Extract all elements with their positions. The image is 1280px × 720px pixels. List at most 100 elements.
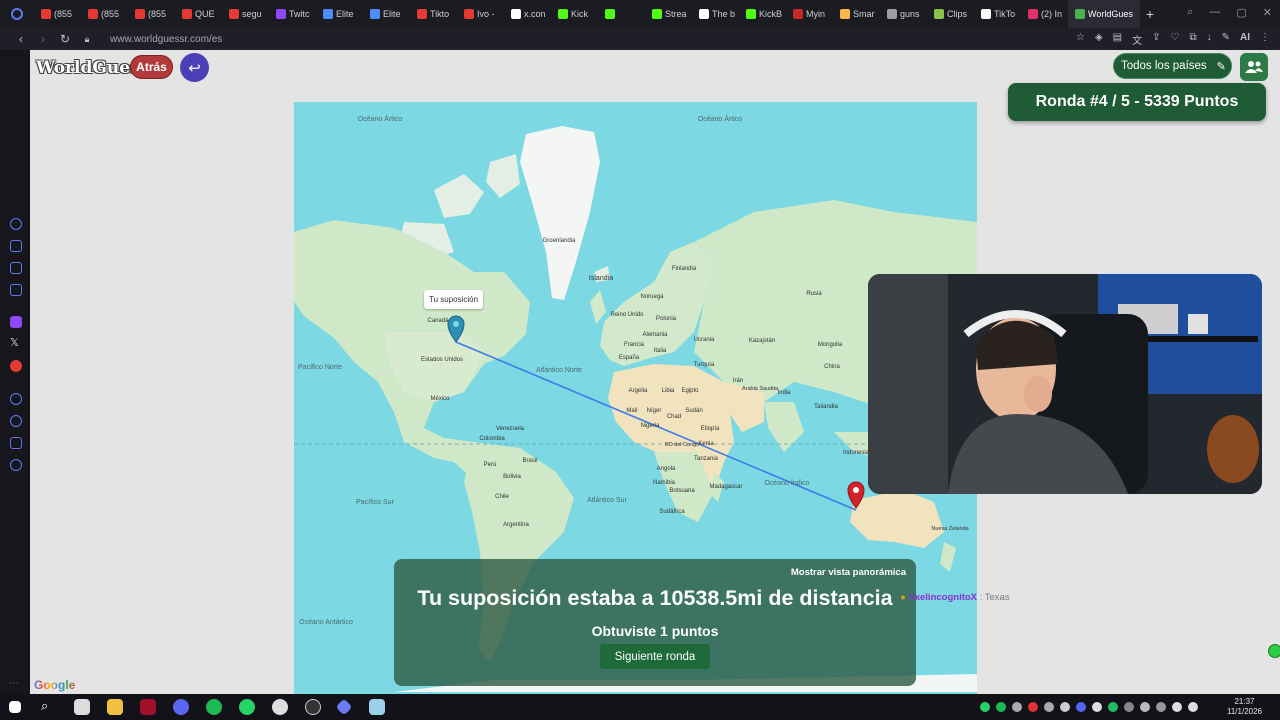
- wallet-icon[interactable]: [10, 240, 22, 252]
- obs-icon[interactable]: [272, 699, 288, 715]
- panorama-link[interactable]: Mostrar vista panorámica: [791, 567, 906, 578]
- app3-icon[interactable]: [369, 699, 385, 715]
- bookmark-icon[interactable]: ☆: [1076, 32, 1085, 47]
- share-icon[interactable]: ⇪: [1152, 32, 1160, 47]
- browser-tab[interactable]: Elite: [363, 0, 410, 28]
- app2-icon[interactable]: [335, 698, 353, 716]
- browser-tab[interactable]: KickB: [739, 0, 786, 28]
- tray-app7-icon[interactable]: [1140, 702, 1150, 712]
- browser-tab[interactable]: (855: [34, 0, 81, 28]
- map-label: Alemania: [642, 332, 668, 338]
- reload-icon[interactable]: ↻: [56, 32, 74, 46]
- translate-icon[interactable]: 文: [1132, 32, 1142, 47]
- sidebar-extension-icon[interactable]: [10, 437, 22, 449]
- result-panel: Mostrar vista panorámica Tu suposición e…: [394, 559, 916, 686]
- back-arrow-icon[interactable]: ‹: [12, 32, 30, 46]
- map-label: India: [777, 390, 791, 396]
- webcam-overlay: [868, 274, 1262, 494]
- browser-tab[interactable]: (855: [128, 0, 175, 28]
- reader-icon[interactable]: ▤: [1113, 32, 1122, 47]
- tray-app8-icon[interactable]: [1156, 702, 1166, 712]
- tab-label: WorldGues: [1088, 9, 1133, 19]
- tray-app4-icon[interactable]: [1092, 702, 1102, 712]
- browser-tab[interactable]: Ivo -: [457, 0, 504, 28]
- maximize-icon[interactable]: ▢: [1236, 6, 1246, 19]
- player-icon[interactable]: [10, 393, 22, 405]
- browser-tab[interactable]: Myin: [786, 0, 833, 28]
- browser-tab[interactable]: Clips: [927, 0, 974, 28]
- extensions-icon[interactable]: ⧉: [1189, 32, 1196, 47]
- browser-tab[interactable]: Strea: [645, 0, 692, 28]
- opera-gx-icon[interactable]: [140, 699, 156, 715]
- browser-menu-icon[interactable]: [0, 0, 34, 28]
- browser-tab[interactable]: Twitc: [269, 0, 316, 28]
- search-icon[interactable]: ⌕: [41, 698, 48, 714]
- map-label: Madagascar: [709, 484, 742, 490]
- browser-tab[interactable]: The b: [692, 0, 739, 28]
- tray-app-icon[interactable]: [1012, 702, 1022, 712]
- browser-tab[interactable]: segu: [222, 0, 269, 28]
- spotify-icon[interactable]: [206, 699, 222, 715]
- browser-tab[interactable]: WorldGues: [1068, 0, 1140, 28]
- tray-app2-icon[interactable]: [1044, 702, 1054, 712]
- pen-icon[interactable]: ✎: [1222, 32, 1230, 47]
- back-button[interactable]: Atrás: [130, 55, 173, 79]
- clock[interactable]: 21:37 11/1/2026: [1227, 697, 1262, 717]
- task-view-icon[interactable]: [74, 699, 90, 715]
- map-label: Pacífico Sur: [356, 499, 394, 506]
- messenger-icon[interactable]: [10, 284, 22, 296]
- browser-tab[interactable]: (855: [81, 0, 128, 28]
- history-icon[interactable]: [10, 218, 22, 230]
- browser-tab[interactable]: TikTo: [974, 0, 1021, 28]
- map-label: Argelia: [629, 388, 648, 394]
- browser-tab[interactable]: Tikto: [410, 0, 457, 28]
- twitch-icon[interactable]: [10, 316, 22, 328]
- tray-discord-icon[interactable]: [1076, 702, 1086, 712]
- youtube-icon[interactable]: [10, 360, 22, 372]
- tray-app6-icon[interactable]: [1124, 702, 1134, 712]
- next-round-button[interactable]: Siguiente ronda: [600, 644, 710, 669]
- app-icon[interactable]: [305, 699, 321, 715]
- ai-button[interactable]: AI: [1240, 32, 1250, 47]
- tray-whatsapp-icon[interactable]: [980, 702, 990, 712]
- shield-icon[interactable]: ◈: [1095, 32, 1103, 47]
- browser-tab[interactable]: (2) In: [1021, 0, 1068, 28]
- whatsapp-icon[interactable]: [239, 699, 255, 715]
- browser-tab[interactable]: [598, 0, 645, 28]
- tab-favicon-icon: [887, 9, 897, 19]
- file-explorer-icon[interactable]: [107, 699, 123, 715]
- clock-icon[interactable]: [10, 415, 22, 427]
- browser-tab[interactable]: x.con: [504, 0, 551, 28]
- tray-opera-icon[interactable]: [1028, 702, 1038, 712]
- more-icon[interactable]: ⋯: [9, 678, 19, 689]
- forward-arrow-icon[interactable]: ›: [34, 32, 52, 46]
- menu-icon[interactable]: ⋮: [1260, 32, 1270, 47]
- tray-app5-icon[interactable]: [1108, 702, 1118, 712]
- search-icon[interactable]: ⌕: [1187, 6, 1193, 19]
- discord-icon[interactable]: [173, 699, 189, 715]
- windows-start-icon[interactable]: [9, 701, 21, 713]
- browser-tab[interactable]: Elite: [316, 0, 363, 28]
- return-arrow-button[interactable]: ↩: [180, 53, 209, 82]
- url-field[interactable]: www.worldguessr.com/es: [110, 34, 222, 45]
- minimize-icon[interactable]: —: [1209, 6, 1220, 19]
- browser-tab[interactable]: Kick: [551, 0, 598, 28]
- tab-favicon-icon: [135, 9, 145, 19]
- browser-tab[interactable]: QUE: [175, 0, 222, 28]
- players-button[interactable]: [1240, 53, 1268, 81]
- browser-tab[interactable]: Smar: [833, 0, 880, 28]
- x-icon[interactable]: 𝕏: [10, 336, 19, 349]
- browser-tab[interactable]: guns: [880, 0, 927, 28]
- notes-icon[interactable]: [10, 262, 22, 274]
- tray-app3-icon[interactable]: [1060, 702, 1070, 712]
- tray-spotify-icon[interactable]: [996, 702, 1006, 712]
- tray-volume-icon[interactable]: [1188, 702, 1198, 712]
- new-tab-button[interactable]: +: [1140, 6, 1160, 22]
- countries-selector-button[interactable]: Todos los países ✎: [1113, 53, 1232, 79]
- settings-gear-icon[interactable]: [10, 459, 22, 471]
- download-icon[interactable]: ↓: [1207, 32, 1212, 47]
- lock-icon: 🔒︎: [84, 33, 90, 44]
- heart-icon[interactable]: ♡: [1171, 32, 1180, 47]
- close-icon[interactable]: ✕: [1263, 6, 1272, 19]
- tray-wifi-icon[interactable]: [1172, 702, 1182, 712]
